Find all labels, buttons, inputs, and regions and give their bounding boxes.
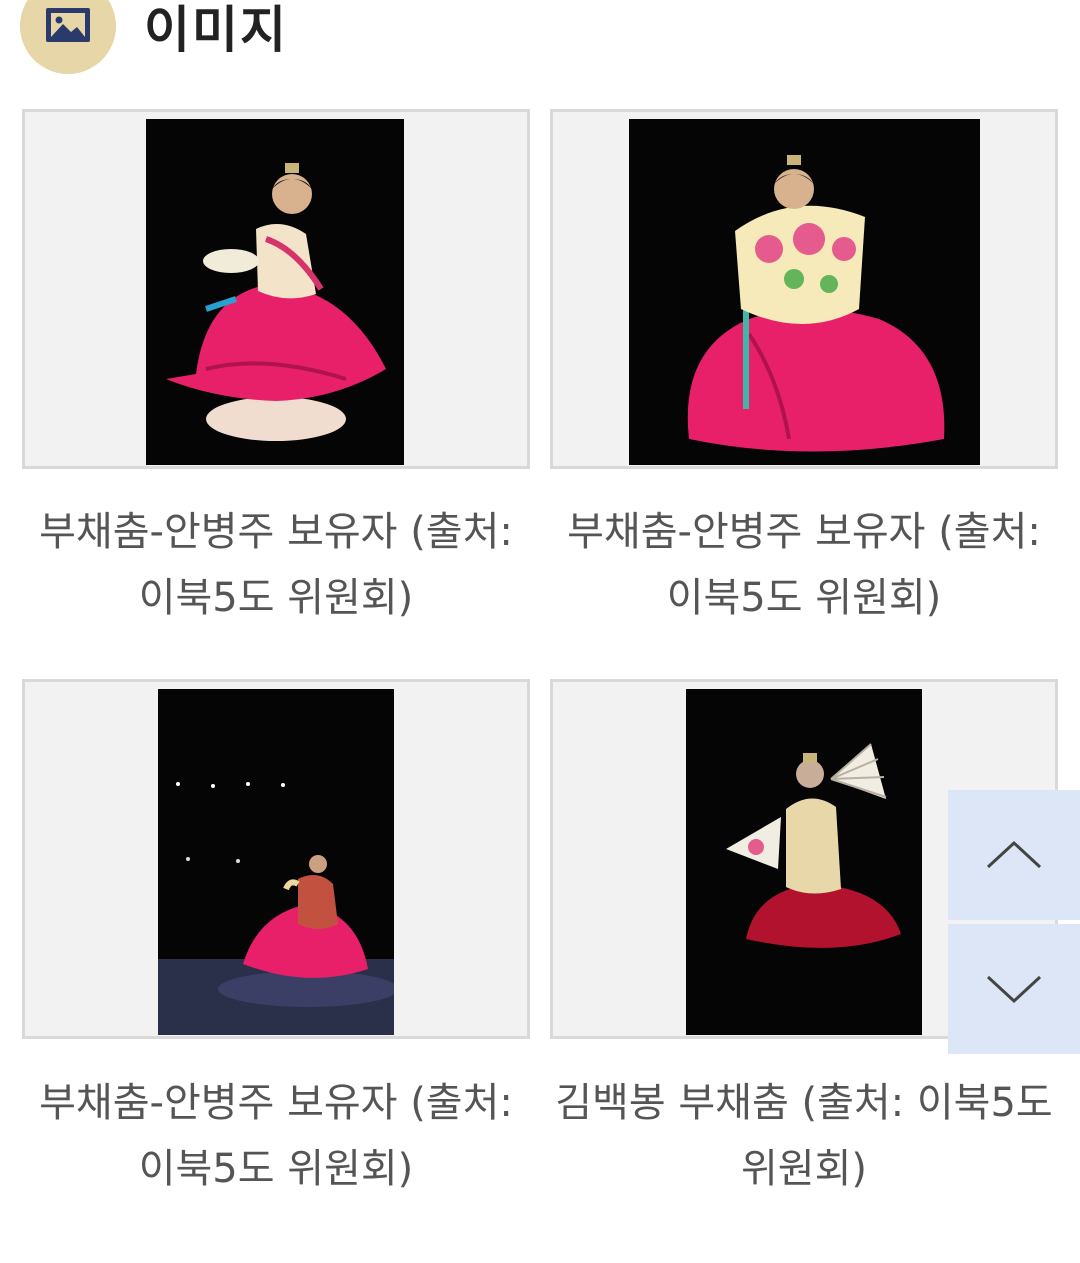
scroll-up-button[interactable] — [948, 790, 1080, 920]
chevron-down-icon — [986, 975, 1042, 1004]
gallery-item-2[interactable] — [550, 109, 1058, 469]
gallery-item-3[interactable] — [22, 679, 530, 1039]
gallery-caption-3: 부채춤-안병주 보유자 (출처: 이북5도 위원회) — [39, 1080, 513, 1192]
gallery-item-1[interactable] — [22, 109, 530, 469]
section-title: 이미지 — [144, 1, 288, 59]
chevron-up-icon — [986, 840, 1042, 869]
scroll-down-button[interactable] — [948, 924, 1080, 1054]
gallery-photo-2 — [629, 119, 980, 465]
gallery-caption-1: 부채춤-안병주 보유자 (출처: 이북5도 위원회) — [39, 509, 513, 621]
gallery-caption-2: 부채춤-안병주 보유자 (출처: 이북5도 위원회) — [567, 509, 1041, 621]
gallery-caption-4: 김백봉 부채춤 (출처: 이북5도 위원회) — [555, 1080, 1053, 1192]
section-header: 이미지 — [0, 0, 1080, 90]
gallery-photo-4 — [686, 689, 922, 1035]
gallery-photo-3 — [158, 689, 394, 1035]
gallery-photo-1 — [146, 119, 404, 465]
image-icon — [20, 0, 116, 74]
